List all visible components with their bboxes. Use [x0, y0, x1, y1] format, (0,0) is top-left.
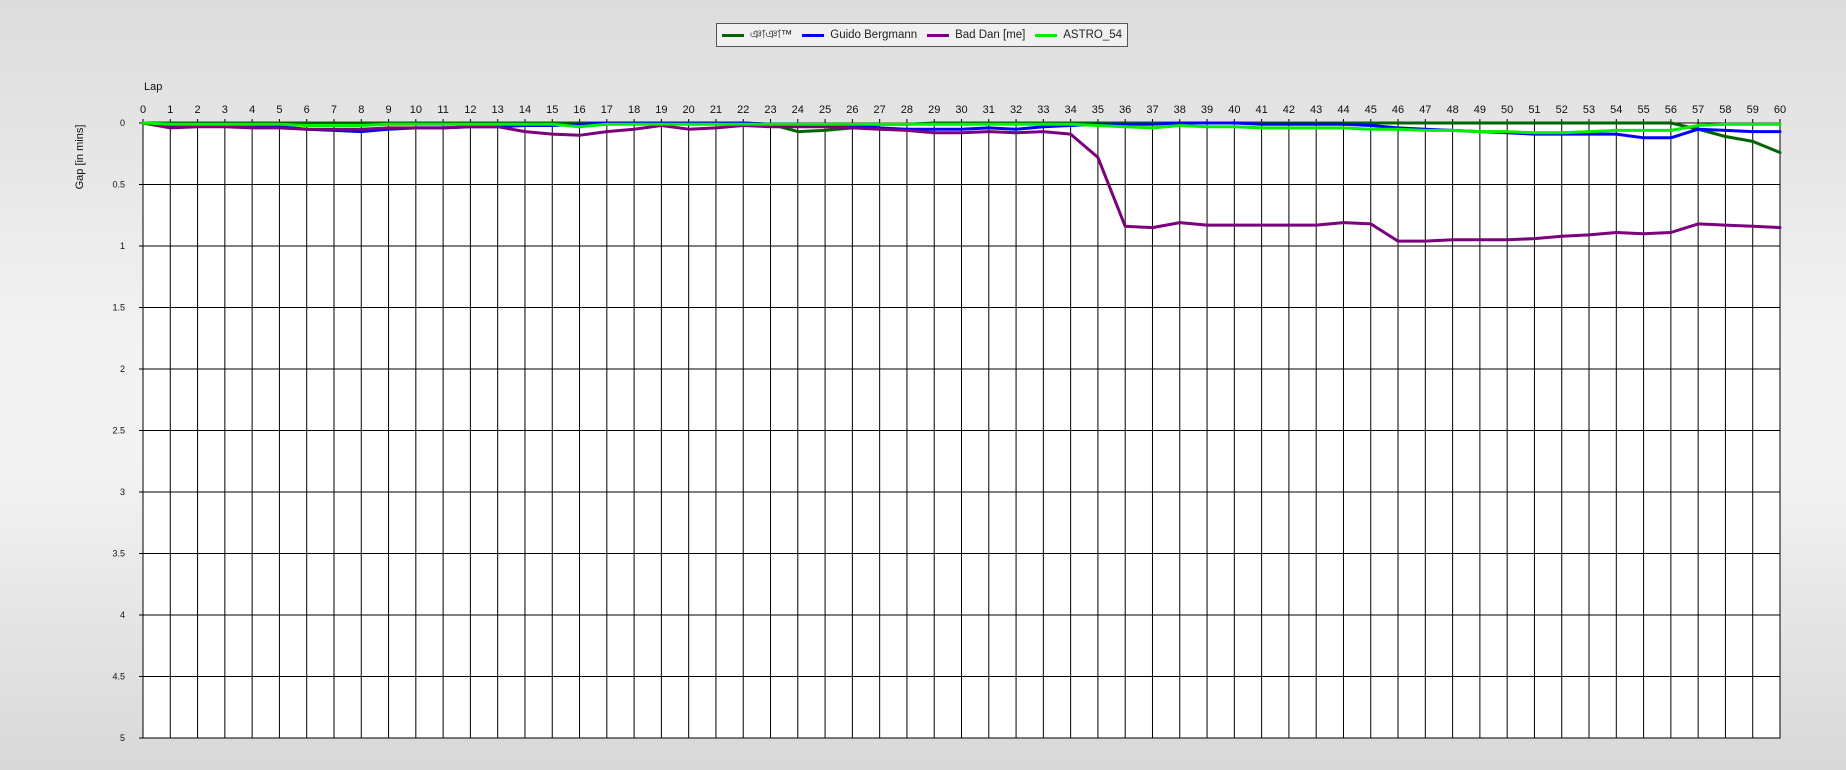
- x-tick-label: 60: [1774, 104, 1786, 116]
- y-tick-label: 5: [120, 733, 125, 743]
- x-tick-label: 22: [737, 104, 749, 116]
- x-tick-label: 2: [195, 104, 201, 116]
- x-tick-label: 17: [601, 104, 613, 116]
- x-tick-label: 39: [1201, 104, 1213, 116]
- y-axis-label: Gap [in mins]: [74, 125, 86, 190]
- x-tick-label: 47: [1419, 104, 1431, 116]
- x-axis-label: Lap: [144, 81, 162, 93]
- y-tick-label: 1.5: [112, 303, 125, 313]
- y-tick-label: 4: [120, 610, 125, 620]
- x-tick-label: 58: [1719, 104, 1731, 116]
- y-tick-label: 0: [120, 118, 125, 128]
- x-tick-label: 45: [1365, 104, 1377, 116]
- y-tick-label: 3: [120, 487, 125, 497]
- x-tick-label: 46: [1392, 104, 1404, 116]
- x-tick-label: 33: [1037, 104, 1049, 116]
- x-tick-label: 19: [655, 104, 667, 116]
- y-tick-label: 0.5: [112, 180, 125, 190]
- x-tick-label: 48: [1446, 104, 1458, 116]
- x-tick-label: 34: [1065, 104, 1077, 116]
- y-tick-label: 2: [120, 364, 125, 374]
- x-tick-label: 38: [1174, 104, 1186, 116]
- x-tick-label: 3: [222, 104, 228, 116]
- x-tick-label: 36: [1119, 104, 1131, 116]
- x-tick-label: 13: [492, 104, 504, 116]
- x-tick-label: 52: [1556, 104, 1568, 116]
- x-tick-label: 27: [874, 104, 886, 116]
- x-tick-label: 54: [1610, 104, 1622, 116]
- x-tick-label: 44: [1337, 104, 1349, 116]
- x-tick-label: 23: [764, 104, 776, 116]
- x-tick-label: 41: [1255, 104, 1267, 116]
- x-tick-label: 51: [1528, 104, 1540, 116]
- x-tick-label: 11: [437, 104, 448, 116]
- x-tick-label: 12: [464, 104, 476, 116]
- x-tick-label: 49: [1474, 104, 1486, 116]
- x-tick-label: 18: [628, 104, 640, 116]
- y-tick-label: 4.5: [112, 672, 125, 682]
- x-tick-label: 35: [1092, 104, 1104, 116]
- x-tick-label: 16: [573, 104, 585, 116]
- x-tick-label: 37: [1146, 104, 1158, 116]
- y-tick-label: 3.5: [112, 549, 125, 559]
- x-tick-label: 0: [140, 104, 146, 116]
- x-tick-label: 7: [331, 104, 337, 116]
- x-tick-label: 10: [410, 104, 422, 116]
- x-tick-label: 43: [1310, 104, 1322, 116]
- x-tick-label: 55: [1637, 104, 1649, 116]
- x-tick-label: 29: [928, 104, 940, 116]
- y-tick-label: 2.5: [112, 426, 125, 436]
- x-tick-label: 21: [710, 104, 722, 116]
- x-tick-label: 26: [846, 104, 858, 116]
- x-tick-label: 15: [546, 104, 558, 116]
- x-tick-label: 30: [955, 104, 967, 116]
- x-tick-label: 59: [1747, 104, 1759, 116]
- x-tick-label: 57: [1692, 104, 1704, 116]
- chart-canvas: 0 1 2 3 4 5 6 7 8 9 10 11 12 13 14 15 16 17 18 19 20 21 22 23 24…: [74, 81, 1786, 743]
- x-tick-label: 53: [1583, 104, 1595, 116]
- x-tick-label: 8: [358, 104, 364, 116]
- x-tick-label: 6: [304, 104, 310, 116]
- x-tick-label: 50: [1501, 104, 1513, 116]
- x-tick-label: 40: [1228, 104, 1240, 116]
- x-tick-label: 32: [1010, 104, 1022, 116]
- x-tick-label: 1: [167, 104, 173, 116]
- x-tick-label: 9: [385, 104, 391, 116]
- x-tick-label: 28: [901, 104, 913, 116]
- x-tick-label: 56: [1665, 104, 1677, 116]
- x-tick-label: 42: [1283, 104, 1295, 116]
- x-tick-label: 20: [683, 104, 695, 116]
- y-tick-label: 1: [120, 241, 125, 251]
- x-tick-label: 25: [819, 104, 831, 116]
- x-tick-label: 31: [983, 104, 995, 116]
- x-tick-label: 4: [249, 104, 255, 116]
- x-tick-label: 5: [276, 104, 282, 116]
- x-tick-label: 24: [792, 104, 804, 116]
- x-tick-label: 14: [519, 104, 531, 116]
